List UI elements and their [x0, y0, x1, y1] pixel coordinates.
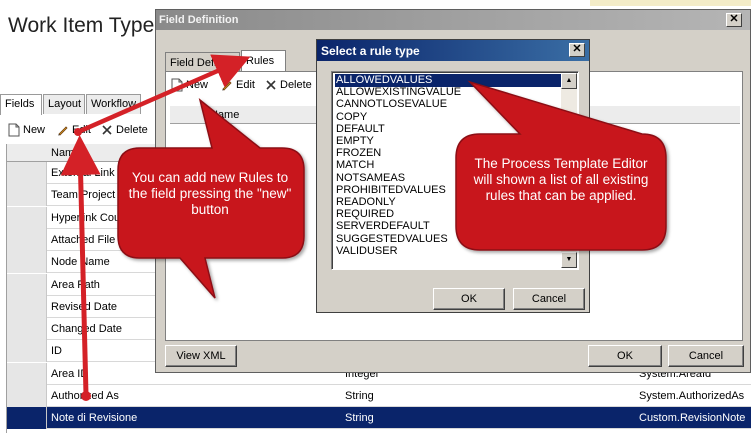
- callout-new-rules-text: You can add new Rules to the field press…: [128, 170, 292, 217]
- arrow-start-dot: [81, 391, 91, 401]
- arrow-to-new-field: [60, 135, 101, 396]
- annotation-overlay: [60, 54, 667, 401]
- arrow-joint-dot: [74, 128, 82, 136]
- callout-rule-list-text: The Process Template Editor will shown a…: [473, 156, 649, 203]
